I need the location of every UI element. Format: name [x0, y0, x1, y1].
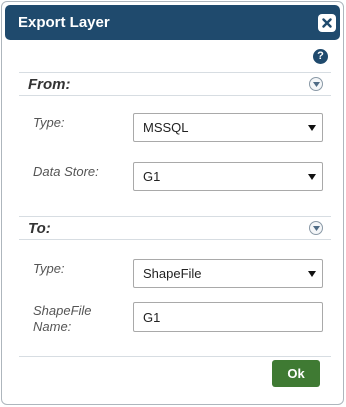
from-type-label: Type:: [33, 115, 65, 130]
footer-divider: [19, 356, 331, 357]
from-section-title: From:: [28, 76, 71, 93]
chevron-down-icon: [308, 271, 316, 277]
to-type-select[interactable]: ShapeFile: [133, 259, 323, 288]
close-button[interactable]: [318, 14, 336, 32]
from-section-header[interactable]: From:: [19, 72, 331, 96]
from-datastore-value: G1: [143, 169, 161, 184]
help-icon[interactable]: ?: [313, 49, 328, 64]
dialog-titlebar[interactable]: Export Layer: [5, 5, 340, 40]
to-type-value: ShapeFile: [143, 266, 202, 281]
from-collapse-icon[interactable]: [309, 77, 323, 91]
close-icon: [322, 18, 332, 28]
chevron-down-icon: [308, 174, 316, 180]
dialog-title: Export Layer: [18, 14, 110, 31]
from-type-select[interactable]: MSSQL: [133, 113, 323, 142]
shapefile-name-input[interactable]: G1: [133, 302, 323, 332]
shapefile-name-label: ShapeFile Name:: [33, 303, 92, 335]
from-datastore-label: Data Store:: [33, 164, 99, 179]
to-collapse-icon[interactable]: [309, 221, 323, 235]
from-datastore-select[interactable]: G1: [133, 162, 323, 191]
shapefile-label-line1: ShapeFile: [33, 303, 92, 318]
export-layer-dialog: Export Layer ? From: Type: MSSQL Data St…: [1, 1, 344, 405]
ok-button[interactable]: Ok: [272, 360, 320, 387]
shapefile-label-line2: Name:: [33, 319, 72, 334]
to-section-title: To:: [28, 220, 51, 237]
to-type-label: Type:: [33, 261, 65, 276]
to-section-header[interactable]: To:: [19, 216, 331, 240]
chevron-down-icon: [308, 125, 316, 131]
shapefile-name-value: G1: [143, 310, 161, 325]
from-type-value: MSSQL: [143, 120, 189, 135]
